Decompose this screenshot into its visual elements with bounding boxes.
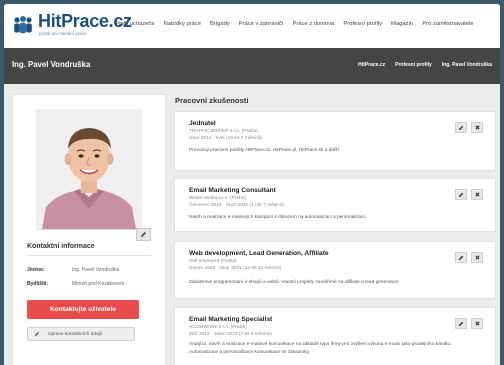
edit-contact-button[interactable]: Úprava kontaktních údajů	[27, 327, 135, 341]
job-period: Červenec 2019 - Únor 2021 (1 rok 7 měsíc…	[189, 202, 285, 208]
nav-item-nabidky-prace[interactable]: Nabídky práce	[164, 21, 201, 27]
browser-viewport: HitPrace.cz portál pro hledání práce Pro…	[4, 4, 500, 365]
main-nav: Profil uchazeče Nabídky práce Brigády Pr…	[115, 21, 474, 27]
job-actions	[455, 318, 483, 329]
job-card: Jednatel TRAFFIC DRIVER s.r.o. (Praha) Ú…	[174, 111, 496, 171]
job-actions	[455, 189, 483, 200]
job-card: Email Marketing Specialist ACOMWARE s.r.…	[174, 307, 496, 365]
pencil-icon	[458, 255, 464, 260]
job-company: TRAFFIC DRIVER s.r.o. (Praha)	[189, 129, 258, 134]
job-title: Email Marketing Consultant	[189, 187, 276, 194]
delete-job-button[interactable]	[471, 252, 483, 263]
edit-job-button[interactable]	[455, 252, 467, 263]
nav-item-profil-uchazece[interactable]: Profil uchazeče	[115, 21, 155, 27]
name-value: Ing. Pavel Vondruška	[72, 267, 120, 273]
pencil-icon	[140, 231, 147, 238]
job-description: Analýza, návrh a realizace e-mailové kom…	[189, 342, 452, 355]
edit-job-button[interactable]	[455, 189, 467, 200]
job-description: Návrh a realizace e-mailových kampaní s …	[189, 215, 367, 220]
experience-heading: Pracovní zkušenosti	[175, 96, 249, 105]
close-icon	[474, 321, 480, 326]
job-company: ACOMWARE s.r.o. (Praha)	[189, 325, 247, 330]
nav-item-prace-v-zahranici[interactable]: Práce v zahraničí	[239, 21, 284, 27]
pencil-icon	[458, 125, 464, 130]
residence-value: Mimoň pod Kozákovem	[72, 281, 125, 287]
nav-item-profesni-profily[interactable]: Profesní profily	[343, 21, 382, 27]
job-actions	[455, 122, 483, 133]
breadcrumb-item-home[interactable]: HitPrace.cz	[358, 62, 385, 68]
breadcrumb-item-current[interactable]: Ing. Pavel Vondruška	[442, 62, 492, 68]
contact-info-heading: Kontaktní informace	[27, 243, 95, 250]
nav-item-pro-zamestnavatele[interactable]: Pro zaměstnavatele	[422, 21, 473, 27]
pencil-icon	[458, 192, 464, 197]
edit-contact-label: Úprava kontaktních údajů	[48, 331, 103, 337]
contact-card: Kontaktní informace Jméno: Ing. Pavel Vo…	[12, 94, 166, 365]
name-label: Jméno:	[27, 267, 45, 273]
close-icon	[474, 125, 480, 130]
divider	[27, 255, 151, 256]
job-company: Wister Media s.r.o. (Praha)	[189, 196, 247, 201]
job-card: Web development, Lead Generation, Affili…	[174, 241, 496, 299]
page-title: Ing. Pavel Vondruška	[12, 60, 91, 69]
edit-job-button[interactable]	[455, 122, 467, 133]
nav-item-magazin[interactable]: Magazín	[391, 21, 413, 27]
site-logo[interactable]: HitPrace.cz portál pro hledání práce	[12, 11, 132, 41]
delete-job-button[interactable]	[471, 189, 483, 200]
job-period: Září 2012 - leden 2020 (7 let 4 měsíce)	[189, 331, 272, 337]
close-icon	[474, 255, 480, 260]
edit-job-button[interactable]	[455, 318, 467, 329]
job-title: Jednatel	[189, 120, 216, 127]
job-title: Web development, Lead Generation, Affili…	[189, 250, 329, 257]
contact-user-button[interactable]: Kontaktujte uživatele	[27, 300, 139, 319]
job-period: Duben 2008 - Únor 2021 (12 let 10 měsíců…	[189, 265, 282, 271]
job-description: Zakázkové programování e-shopů a webů. V…	[189, 280, 400, 285]
edit-photo-button[interactable]	[136, 228, 151, 241]
close-icon	[474, 192, 480, 197]
job-company: Self employed (Praha)	[189, 259, 237, 264]
residence-label: Bydliště:	[27, 281, 49, 287]
portrait-image	[36, 109, 142, 229]
top-navigation: HitPrace.cz portál pro hledání práce Pro…	[4, 4, 500, 49]
breadcrumb: HitPrace.cz Profesní profily Ing. Pavel …	[358, 62, 492, 68]
pencil-icon	[34, 331, 40, 337]
job-period: Únor 2014 - nyní (10 let 7 měsíců)	[189, 135, 262, 141]
profile-header-bar: Ing. Pavel Vondruška HitPrace.cz Profesn…	[4, 48, 500, 84]
delete-job-button[interactable]	[471, 318, 483, 329]
pencil-icon	[458, 321, 464, 326]
logo-tagline: portál pro hledání práce	[39, 31, 87, 36]
profile-photo	[36, 109, 142, 230]
job-actions	[455, 252, 483, 263]
breadcrumb-item-profesni-profily[interactable]: Profesní profily	[395, 62, 432, 68]
job-card: Email Marketing Consultant Wister Media …	[174, 178, 496, 232]
delete-job-button[interactable]	[471, 122, 483, 133]
nav-item-brigady[interactable]: Brigády	[210, 21, 230, 27]
nav-item-prace-z-domova[interactable]: Práce z domova	[292, 21, 334, 27]
job-title: Email Marketing Specialist	[189, 316, 273, 323]
people-logo-icon	[14, 16, 32, 34]
job-description: Provozuji pracovní portály HitPrace.cz, …	[189, 148, 341, 153]
